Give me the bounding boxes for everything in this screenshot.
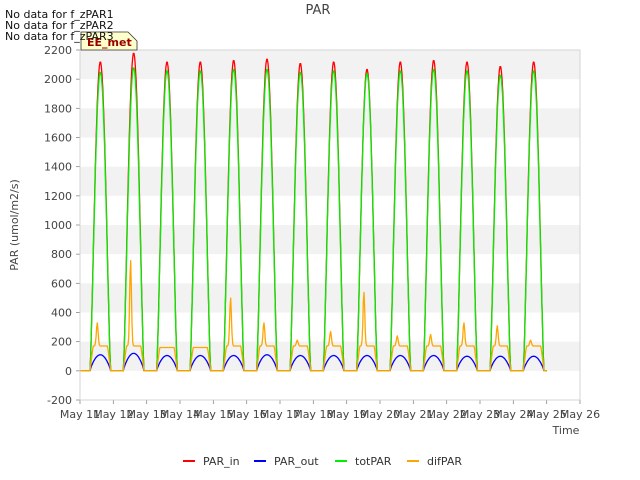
y-tick-label: 800 xyxy=(51,248,72,261)
grid-band xyxy=(80,50,580,80)
y-tick-label: -200 xyxy=(47,394,72,407)
y-tick-label: 1400 xyxy=(44,161,72,174)
y-tick-label: 2000 xyxy=(44,73,72,86)
y-tick-label: 2200 xyxy=(44,44,72,57)
legend-label-difpar: difPAR xyxy=(427,455,462,468)
par-chart: -200 0 200 400 600 800 1000 1200 1400 1600 1800 200… xyxy=(8,3,600,468)
grid-band xyxy=(80,225,580,255)
x-axis-label: Time xyxy=(552,424,580,437)
par-in-line xyxy=(80,52,547,372)
grid-band xyxy=(80,283,580,313)
no-data-message-3: No data for f_zPAR3 xyxy=(5,30,114,43)
y-tick-label: 400 xyxy=(51,307,72,320)
legend-label-par_in: PAR_in xyxy=(203,455,240,468)
x-axis: May 11May 12May 13May 14May 15May 16May … xyxy=(60,400,600,421)
y-axis: -200 0 200 400 600 800 1000 1200 1400 1600 1800 200… xyxy=(44,44,80,407)
y-axis-label: PAR (umol/m2/s) xyxy=(8,179,21,271)
y-tick-label: 1800 xyxy=(44,102,72,115)
y-tick-label: 0 xyxy=(65,365,72,378)
legend-label-par_out: PAR_out xyxy=(274,455,319,468)
y-tick-label: 1000 xyxy=(44,219,72,232)
legend: PAR_in PAR_out totPAR difPAR xyxy=(183,455,462,468)
chart-title: PAR xyxy=(306,3,331,18)
series-group xyxy=(80,52,547,372)
x-tick-label: May 26 xyxy=(560,408,600,421)
y-tick-label: 600 xyxy=(51,277,72,290)
legend-label-totpar: totPAR xyxy=(355,455,392,468)
y-tick-label: 1600 xyxy=(44,132,72,145)
y-tick-label: 200 xyxy=(51,336,72,349)
background-bands xyxy=(80,50,580,371)
y-tick-label: 1200 xyxy=(44,190,72,203)
